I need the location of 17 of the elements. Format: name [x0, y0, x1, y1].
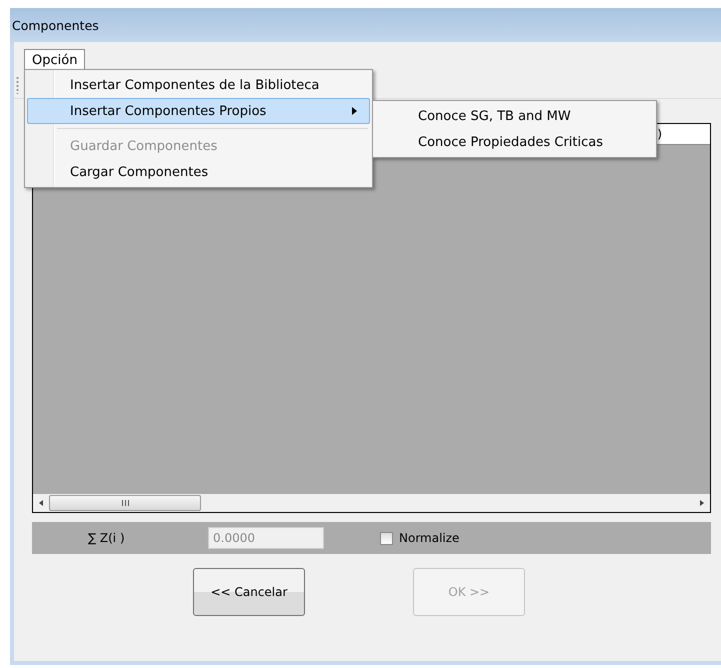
horizontal-scrollbar[interactable] — [33, 494, 710, 512]
scroll-thumb[interactable] — [49, 495, 201, 511]
menu-item[interactable]: Insertar Componentes Propios — [27, 98, 370, 124]
menu-item[interactable]: Insertar Componentes de la Biblioteca — [27, 72, 370, 98]
menu-item[interactable]: Conoce SG, TB and MW — [375, 103, 654, 129]
menu-item[interactable]: Conoce Propiedades Criticas — [375, 129, 654, 155]
window-title: Componentes — [11, 16, 100, 35]
toolbar-grip-icon[interactable] — [16, 76, 19, 94]
menu-item[interactable]: Cargar Componentes — [27, 159, 370, 185]
scroll-right-icon[interactable] — [698, 499, 706, 507]
normalize-checkbox[interactable] — [380, 532, 393, 544]
dialog-button[interactable]: << Cancelar — [193, 568, 305, 616]
submenu-arrow-icon — [352, 107, 357, 115]
column-header: ) — [657, 127, 662, 141]
scroll-left-icon[interactable] — [37, 499, 45, 507]
sum-label: ∑ Z(i ) — [88, 531, 126, 545]
normalize-label: Normalize — [399, 531, 460, 545]
